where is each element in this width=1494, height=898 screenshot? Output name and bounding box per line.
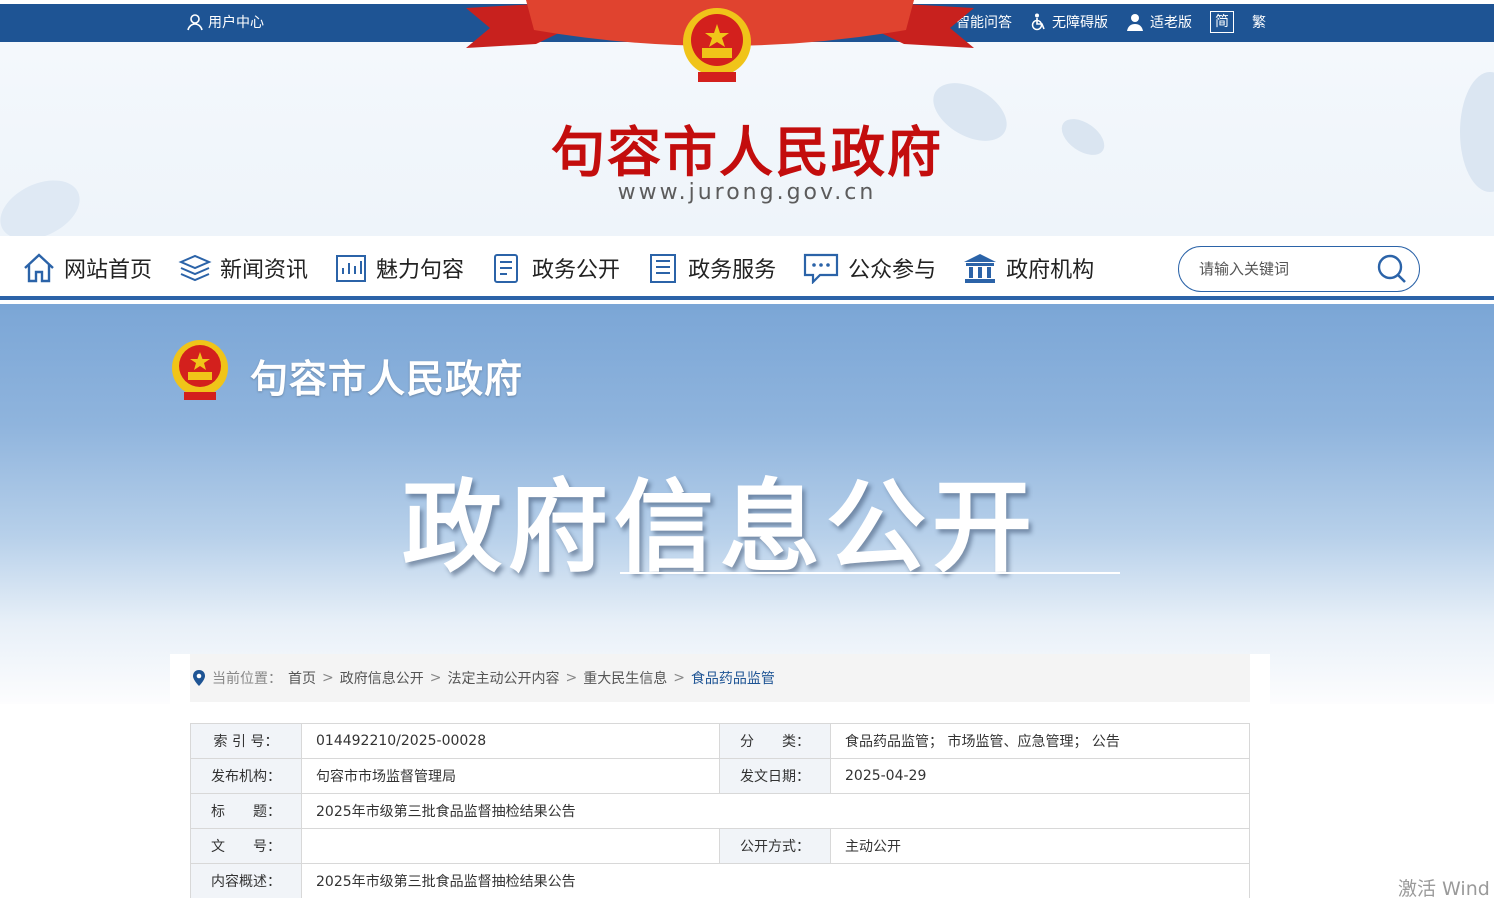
nav-participate[interactable]: 公众参与 (802, 250, 936, 286)
user-center-label: 用户中心 (208, 15, 264, 31)
breadcrumb-separator: > (322, 670, 334, 686)
search-box (1178, 246, 1420, 292)
nav-participate-label: 公众参与 (848, 258, 937, 283)
summary-value: 2025年市级第三批食品监督抽检结果公告 (301, 863, 1250, 898)
summary-label: 内容概述： (190, 863, 302, 898)
table-row: 标 题： 2025年市级第三批食品监督抽检结果公告 (190, 793, 1250, 829)
banner-emblem-icon (172, 340, 228, 400)
nav-service-label: 政务服务 (688, 258, 777, 283)
breadcrumb-livelihood[interactable]: 重大民生信息 (583, 668, 667, 688)
nav-open[interactable]: 政务公开 (490, 250, 620, 286)
list-doc-icon (650, 254, 677, 283)
breadcrumb-statutory[interactable]: 法定主动公开内容 (447, 668, 559, 688)
content-area: 当前位置： 首页 > 政府信息公开 > 法定主动公开内容 > 重大民生信息 > … (170, 654, 1270, 898)
table-row: 内容概述： 2025年市级第三批食品监督抽检结果公告 (190, 863, 1250, 898)
document-meta-table: 索 引 号： 014492210/2025-00028 分 类： 食品药品监管；… (190, 723, 1250, 898)
title-label: 标 题： (190, 793, 302, 829)
home-icon (24, 253, 54, 283)
date-label: 发文日期： (719, 758, 831, 794)
info-banner: 句容市人民政府 政府信息公开 (0, 304, 1494, 704)
traditional-toggle[interactable]: 繁 (1252, 12, 1266, 32)
government-building-icon (964, 254, 997, 283)
accessibility-label: 无障碍版 (1052, 15, 1108, 31)
national-emblem-icon (683, 8, 751, 82)
location-pin-icon (193, 670, 205, 686)
category-value: 食品药品监管； 市场监管、应急管理； 公告 (830, 723, 1250, 759)
mode-label: 公开方式： (719, 828, 831, 864)
search-input[interactable] (1199, 260, 1377, 278)
elder-label: 适老版 (1150, 15, 1192, 31)
index-value: 014492210/2025-00028 (301, 723, 720, 759)
breadcrumb-info-open[interactable]: 政府信息公开 (340, 668, 424, 688)
category-label: 分 类： (719, 723, 831, 759)
site-url: www.jurong.gov.cn (617, 180, 877, 205)
nav-charm-label: 魅力句容 (376, 258, 465, 283)
accessibility-link[interactable]: 无障碍版 (1030, 12, 1108, 32)
breadcrumb-separator: > (673, 670, 685, 686)
nav-institutions[interactable]: 政府机构 (962, 250, 1094, 286)
mode-value: 主动公开 (830, 828, 1250, 864)
nav-home[interactable]: 网站首页 (22, 250, 152, 286)
org-value: 句容市市场监督管理局 (301, 758, 720, 794)
document-edit-icon (494, 254, 519, 283)
nav-institutions-label: 政府机构 (1006, 258, 1095, 283)
banner-underline (620, 572, 1120, 574)
breadcrumb-home[interactable]: 首页 (288, 668, 316, 688)
breadcrumb-separator: > (565, 670, 578, 686)
banner-title: 政府信息公开 (402, 469, 1038, 586)
top-tools: 智能问答 无障碍版 适老版 简 繁 (934, 11, 1266, 33)
doc-number-value (301, 828, 720, 864)
chat-bubble-icon (803, 253, 839, 284)
date-value: 2025-04-29 (830, 758, 1250, 794)
nav-charm[interactable]: 魅力句容 (334, 250, 464, 286)
wheelchair-icon (1031, 13, 1045, 31)
elder-icon (1127, 14, 1143, 31)
breadcrumb-label: 当前位置： (212, 671, 282, 687)
breadcrumb-separator: > (429, 670, 442, 686)
table-row: 发布机构： 句容市市场监督管理局 发文日期： 2025-04-29 (190, 758, 1250, 794)
nav-open-label: 政务公开 (532, 258, 621, 283)
user-icon (187, 14, 203, 31)
nav-service[interactable]: 政务服务 (646, 250, 776, 286)
layers-icon (178, 254, 212, 282)
breadcrumb-current[interactable]: 食品药品监管 (691, 668, 775, 688)
main-nav: 网站首页 新闻资讯 魅力句容 政务公开 政务服务 公众参与 政府机构 请输入关键… (0, 236, 1494, 300)
simplified-toggle[interactable]: 简 (1210, 11, 1234, 33)
index-label: 索 引 号： (190, 723, 302, 759)
nav-news-label: 新闻资讯 (220, 258, 309, 283)
doc-number-label: 文 号： (190, 828, 302, 864)
site-title: 句容市人民政府 (551, 120, 943, 184)
chart-doc-icon (336, 255, 367, 282)
elder-link[interactable]: 适老版 (1126, 12, 1192, 32)
user-center-link[interactable]: 用户中心 (186, 12, 264, 32)
search-icon[interactable] (1377, 254, 1407, 284)
banner-gov-name: 句容市人民政府 (250, 357, 524, 401)
table-row: 索 引 号： 014492210/2025-00028 分 类： 食品药品监管；… (190, 723, 1250, 759)
org-label: 发布机构： (190, 758, 302, 794)
title-value: 2025年市级第三批食品监督抽检结果公告 (301, 793, 1250, 829)
table-row: 文 号： 公开方式： 主动公开 (190, 828, 1250, 864)
nav-home-label: 网站首页 (64, 258, 153, 283)
activation-watermark: 激活 Wind (1398, 878, 1490, 898)
breadcrumb: 当前位置： 首页 > 政府信息公开 > 法定主动公开内容 > 重大民生信息 > … (190, 654, 1250, 702)
nav-news[interactable]: 新闻资讯 (178, 250, 308, 286)
